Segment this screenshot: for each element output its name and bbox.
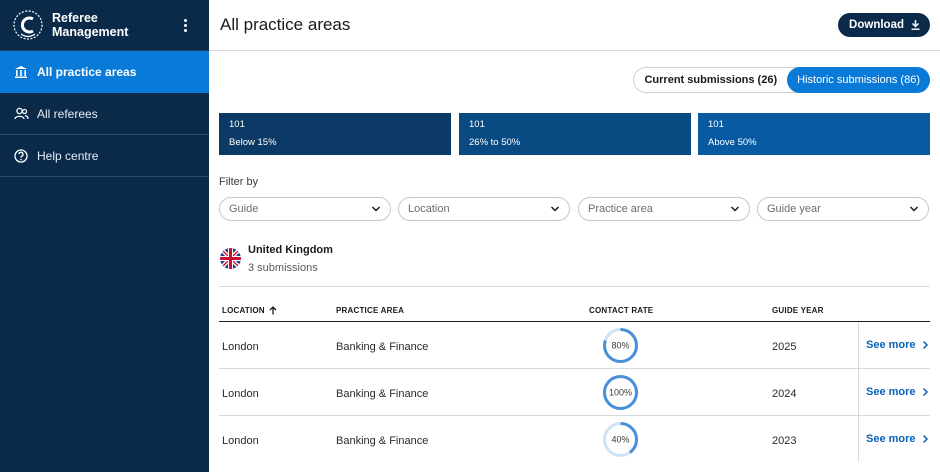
location-cell: London (222, 388, 259, 400)
submissions-toggle: Current submissions (26) Historic submis… (633, 67, 930, 93)
contact-rate-value: 80% (611, 341, 629, 351)
guide-year-filter-select[interactable]: Guide year (757, 197, 929, 221)
help-icon (13, 148, 29, 164)
chevron-down-icon (550, 206, 560, 212)
practice-area-filter-select[interactable]: Practice area (578, 197, 750, 221)
chevron-down-icon (371, 206, 381, 212)
users-icon (13, 106, 29, 122)
contact-rate-column-header: CONTACT RATE (589, 306, 654, 315)
app-title: Referee Management (52, 11, 129, 39)
sidebar: Referee Management All practice areas Al… (0, 0, 209, 472)
table-row: London Banking & Finance 100% 2024 See m… (219, 369, 930, 416)
contact-rate-ring: 80% (603, 328, 638, 363)
stat-card-above-50[interactable]: 101 Above 50% (698, 113, 930, 155)
chevron-right-icon (922, 434, 928, 444)
location-cell: London (222, 341, 259, 353)
download-label: Download (849, 19, 904, 31)
location-cell: London (222, 435, 259, 447)
contact-rate-ring: 100% (603, 375, 638, 410)
contact-rate-ring: 40% (603, 422, 638, 457)
see-more-link[interactable]: See more (858, 369, 930, 415)
see-more-label: See more (866, 339, 916, 351)
sidebar-item-help-centre[interactable]: Help centre (0, 135, 209, 177)
filter-placeholder: Guide year (767, 203, 821, 215)
filter-label: Filter by (219, 176, 259, 188)
guide-year-cell: 2023 (772, 435, 797, 447)
sidebar-item-all-practice-areas[interactable]: All practice areas (0, 51, 209, 93)
see-more-label: See more (866, 386, 916, 398)
sidebar-item-label: Help centre (37, 148, 99, 163)
see-more-label: See more (866, 433, 916, 445)
see-more-link[interactable]: See more (858, 416, 930, 462)
practice-area-cell: Banking & Finance (336, 341, 429, 353)
contact-rate-value: 40% (611, 435, 629, 445)
bank-icon (13, 64, 29, 80)
chevron-down-icon (909, 206, 919, 212)
filter-placeholder: Guide (229, 203, 259, 215)
more-options-icon[interactable] (175, 15, 195, 35)
sidebar-item-label: All practice areas (37, 64, 137, 79)
guide-filter-select[interactable]: Guide (219, 197, 391, 221)
location-column-header[interactable]: LOCATION (222, 306, 277, 315)
download-button[interactable]: Download (838, 13, 930, 37)
table-row: London Banking & Finance 40% 2023 See mo… (219, 416, 930, 463)
guide-year-cell: 2024 (772, 388, 797, 400)
country-heading: United Kingdom 3 submissions (220, 242, 333, 274)
stat-label: Above 50% (708, 137, 757, 148)
table-row: London Banking & Finance 80% 2025 See mo… (219, 322, 930, 369)
brand-bar: Referee Management (0, 0, 209, 51)
stat-label: Below 15% (229, 137, 277, 148)
download-icon (911, 20, 920, 30)
stat-label: 26% to 50% (469, 137, 521, 148)
chevron-down-icon (730, 206, 740, 212)
practice-area-cell: Banking & Finance (336, 435, 429, 447)
see-more-link[interactable]: See more (858, 322, 930, 368)
page-header: All practice areas Download (209, 0, 940, 51)
current-submissions-tab[interactable]: Current submissions (26) (634, 67, 787, 93)
filter-placeholder: Location (408, 203, 450, 215)
stat-card-26-to-50[interactable]: 101 26% to 50% (459, 113, 691, 155)
practice-area-column-header: PRACTICE AREA (336, 306, 405, 315)
location-filter-select[interactable]: Location (398, 197, 570, 221)
chevron-right-icon (922, 340, 928, 350)
guide-year-column-header: GUIDE YEAR (772, 306, 824, 315)
practice-area-cell: Banking & Finance (336, 388, 429, 400)
country-name: United Kingdom (248, 244, 333, 256)
stat-count: 101 (469, 119, 485, 130)
contact-rate-value: 100% (609, 388, 632, 398)
chambers-logo-icon (13, 10, 43, 40)
filter-placeholder: Practice area (588, 203, 653, 215)
guide-year-cell: 2025 (772, 341, 797, 353)
uk-flag-icon (220, 248, 241, 269)
page-title: All practice areas (220, 15, 351, 34)
stat-count: 101 (708, 119, 724, 130)
table-header: LOCATION PRACTICE AREA CONTACT RATE GUID… (219, 286, 930, 322)
stat-card-below-15[interactable]: 101 Below 15% (219, 113, 451, 155)
submissions-table: LOCATION PRACTICE AREA CONTACT RATE GUID… (219, 286, 930, 463)
submission-count: 3 submissions (248, 262, 318, 274)
stat-count: 101 (229, 119, 245, 130)
historic-submissions-tab[interactable]: Historic submissions (86) (787, 67, 930, 93)
chevron-right-icon (922, 387, 928, 397)
sort-ascending-icon (269, 306, 277, 315)
sidebar-item-label: All referees (37, 106, 98, 121)
column-label: LOCATION (222, 306, 265, 315)
sidebar-item-all-referees[interactable]: All referees (0, 93, 209, 135)
